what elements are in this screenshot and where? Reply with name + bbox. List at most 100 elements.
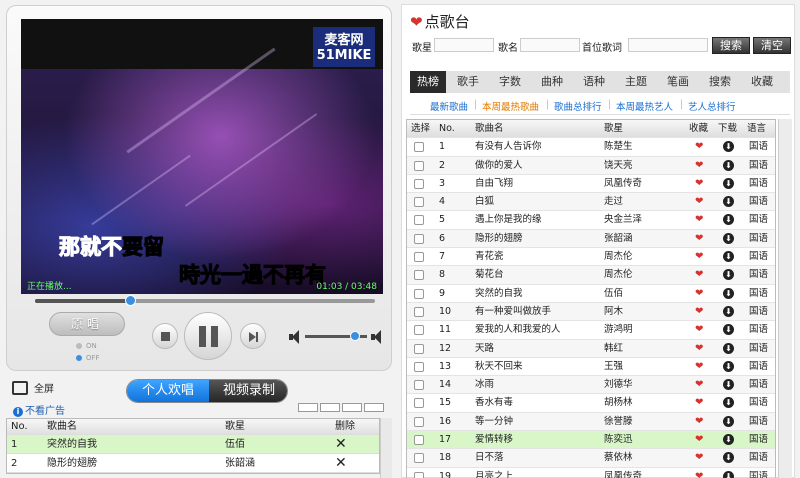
progress-bar[interactable]	[35, 295, 375, 306]
favorite-icon[interactable]: ❤	[695, 248, 703, 266]
subtab-newest[interactable]: 最新歌曲	[430, 99, 468, 113]
volume-handle[interactable]	[349, 331, 360, 341]
download-icon[interactable]: ⬇	[723, 342, 734, 354]
tab-search[interactable]: 搜索	[702, 71, 738, 93]
select-checkbox[interactable]	[414, 142, 424, 153]
favorite-icon[interactable]: ❤	[695, 449, 703, 467]
row-artist[interactable]: 凤凰传奇	[604, 175, 642, 193]
favorite-icon[interactable]: ❤	[695, 468, 703, 478]
row-artist[interactable]: 张韶涵	[604, 230, 633, 248]
volume-control[interactable]	[289, 328, 389, 346]
select-checkbox[interactable]	[414, 380, 424, 391]
row-artist[interactable]: 游鸿明	[604, 321, 633, 339]
favorite-icon[interactable]: ❤	[695, 157, 703, 175]
favorite-icon[interactable]: ❤	[695, 413, 703, 431]
clear-button[interactable]: 清空	[753, 37, 791, 54]
song-search-input[interactable]	[520, 38, 580, 52]
select-checkbox[interactable]	[414, 398, 424, 409]
select-checkbox[interactable]	[414, 325, 424, 336]
song-row[interactable]: 13 秋天不回来 王强 ❤ ⬇ 国语	[407, 358, 775, 377]
row-song[interactable]: 香水有毒	[475, 394, 513, 412]
row-artist[interactable]: 阿木	[604, 303, 623, 321]
song-row[interactable]: 6 隐形的翅膀 张韶涵 ❤ ⬇ 国语	[407, 229, 775, 249]
select-checkbox[interactable]	[414, 252, 424, 263]
download-icon[interactable]: ⬇	[723, 379, 734, 391]
download-icon[interactable]: ⬇	[723, 360, 734, 372]
favorite-icon[interactable]: ❤	[695, 138, 703, 156]
download-icon[interactable]: ⬇	[723, 177, 734, 189]
select-checkbox[interactable]	[414, 453, 424, 464]
download-icon[interactable]: ⬇	[723, 141, 734, 153]
song-row[interactable]: 5 遇上你是我的缘 央金兰泽 ❤ ⬇ 国语	[407, 211, 775, 230]
song-row[interactable]: 9 突然的自我 伍佰 ❤ ⬇ 国语	[407, 285, 775, 303]
tab-genre[interactable]: 曲种	[534, 71, 570, 93]
song-row[interactable]: 19 月亮之上 凤凰传奇 ❤ ⬇ 国语	[407, 468, 775, 478]
song-row[interactable]: 8 菊花台 周杰伦 ❤ ⬇ 国语	[407, 266, 775, 285]
favorite-icon[interactable]: ❤	[695, 303, 703, 321]
row-artist[interactable]: 央金兰泽	[604, 211, 642, 229]
row-song[interactable]: 秋天不回来	[475, 358, 523, 376]
row-artist[interactable]: 陈楚生	[604, 138, 633, 156]
select-checkbox[interactable]	[414, 178, 424, 189]
row-artist[interactable]: 王强	[604, 358, 623, 376]
vocal-on-option[interactable]: ON	[76, 340, 100, 352]
delete-icon[interactable]: ✕	[335, 435, 347, 454]
row-artist[interactable]: 周杰伦	[604, 248, 633, 266]
tab-hot[interactable]: 热榜	[410, 71, 446, 93]
row-song[interactable]: 白狐	[475, 193, 494, 211]
select-checkbox[interactable]	[414, 306, 424, 317]
select-checkbox[interactable]	[414, 471, 424, 478]
favorite-icon[interactable]: ❤	[695, 321, 703, 339]
song-row[interactable]: 12 天路 韩红 ❤ ⬇ 国语	[407, 339, 775, 358]
download-icon[interactable]: ⬇	[723, 415, 734, 427]
select-checkbox[interactable]	[414, 215, 424, 226]
select-checkbox[interactable]	[414, 361, 424, 372]
song-row[interactable]: 17 爱情转移 陈奕迅 ❤ ⬇ 国语	[407, 431, 775, 450]
download-icon[interactable]: ⬇	[723, 232, 734, 244]
progress-handle[interactable]	[125, 295, 137, 306]
download-icon[interactable]: ⬇	[723, 251, 734, 263]
favorite-icon[interactable]: ❤	[695, 193, 703, 211]
song-row[interactable]: 7 青花瓷 周杰伦 ❤ ⬇ 国语	[407, 248, 775, 267]
row-song[interactable]: 月亮之上	[475, 468, 513, 478]
select-checkbox[interactable]	[414, 416, 424, 427]
song-row[interactable]: 18 日不落 蔡依林 ❤ ⬇ 国语	[407, 449, 775, 468]
row-song[interactable]: 自由飞翔	[475, 175, 513, 193]
download-icon[interactable]: ⬇	[723, 397, 734, 409]
clear-icon[interactable]	[364, 403, 384, 412]
favorite-icon[interactable]: ❤	[695, 376, 703, 394]
row-song[interactable]: 冰雨	[475, 376, 494, 394]
playlist-scrollbar[interactable]	[380, 418, 392, 478]
vocal-toggle[interactable]: ON OFF	[76, 340, 100, 364]
select-checkbox[interactable]	[414, 288, 424, 299]
favorite-icon[interactable]: ❤	[695, 285, 703, 303]
no-ad-link[interactable]: i 不看广告	[13, 402, 65, 417]
row-song[interactable]: 有没有人告诉你	[475, 138, 542, 156]
vocal-off-option[interactable]: OFF	[76, 352, 100, 364]
move-down-icon[interactable]	[342, 403, 362, 412]
row-song[interactable]: 青花瓷	[475, 248, 504, 266]
song-row[interactable]: 2 做你的爱人 饶天亮 ❤ ⬇ 国语	[407, 156, 775, 175]
row-artist[interactable]: 刘德华	[604, 376, 633, 394]
pause-button[interactable]	[184, 312, 232, 360]
song-row[interactable]: 4 白狐 走过 ❤ ⬇ 国语	[407, 193, 775, 212]
row-song[interactable]: 做你的爱人	[475, 157, 523, 175]
fullscreen-toggle[interactable]: 全屏	[12, 380, 54, 395]
favorite-icon[interactable]: ❤	[695, 394, 703, 412]
tab-personal-sing[interactable]: 个人欢唱	[127, 380, 209, 402]
favorite-icon[interactable]: ❤	[695, 431, 703, 449]
favorite-icon[interactable]: ❤	[695, 358, 703, 376]
favorite-icon[interactable]: ❤	[695, 266, 703, 284]
row-artist[interactable]: 韩红	[604, 340, 623, 358]
download-icon[interactable]: ⬇	[723, 470, 734, 478]
song-table-scrollbar[interactable]	[778, 119, 792, 478]
row-song[interactable]: 等一分钟	[475, 413, 513, 431]
row-song[interactable]: 爱情转移	[475, 431, 513, 449]
tab-language[interactable]: 语种	[576, 71, 612, 93]
row-artist[interactable]: 走过	[604, 193, 623, 211]
select-checkbox[interactable]	[414, 270, 424, 281]
row-song[interactable]: 有一种爱叫做放手	[475, 303, 551, 321]
download-icon[interactable]: ⬇	[723, 196, 734, 208]
subtab-weekly-hot-artists[interactable]: 本周最热艺人	[616, 99, 673, 113]
download-icon[interactable]: ⬇	[723, 159, 734, 171]
